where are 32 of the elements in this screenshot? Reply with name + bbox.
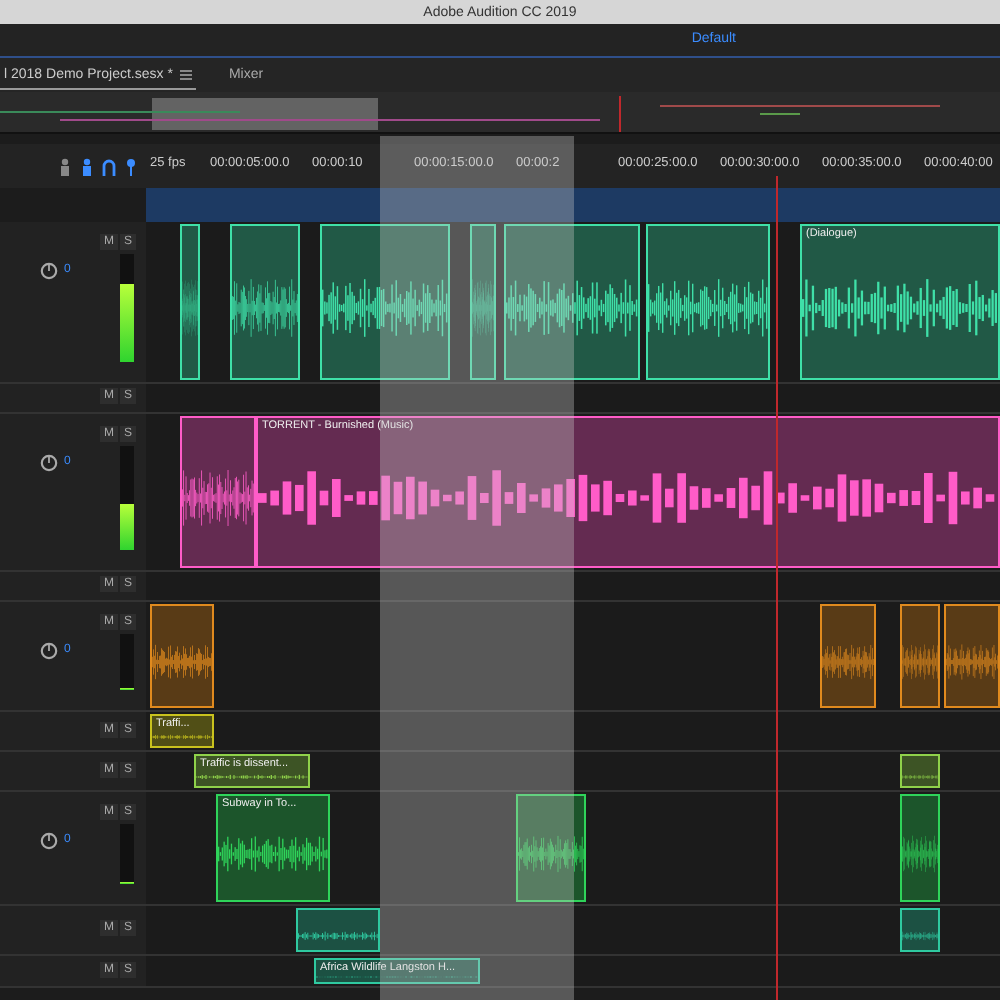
volume-knob-icon[interactable] — [40, 642, 58, 660]
arch-icon[interactable] — [102, 157, 116, 175]
audio-clip[interactable] — [470, 224, 496, 380]
audio-clip[interactable] — [230, 224, 300, 380]
audio-clip[interactable] — [900, 908, 940, 952]
menu-icon[interactable] — [180, 69, 193, 79]
overview-drawing[interactable] — [0, 92, 1000, 134]
level-meter — [120, 254, 134, 362]
volume-knob-icon[interactable] — [40, 832, 58, 850]
pin-icon[interactable] — [124, 157, 138, 175]
audio-clip[interactable] — [180, 224, 200, 380]
audio-clip[interactable] — [900, 754, 940, 788]
volume-knob-icon[interactable] — [40, 262, 58, 280]
level-meter — [120, 634, 134, 690]
audio-clip[interactable] — [180, 416, 256, 568]
audio-clip[interactable] — [900, 604, 940, 708]
audio-clip[interactable] — [504, 224, 640, 380]
waveform-drawing — [298, 926, 378, 946]
person-icon[interactable] — [58, 157, 72, 175]
audio-clip[interactable] — [516, 794, 586, 902]
waveform-drawing — [196, 772, 308, 782]
level-meter — [120, 824, 134, 884]
level-meter — [120, 446, 134, 550]
audio-clip[interactable] — [296, 908, 380, 952]
audio-clip[interactable] — [646, 224, 770, 380]
audio-clip[interactable] — [944, 604, 1000, 708]
audio-clip[interactable] — [820, 604, 876, 708]
audio-clip[interactable] — [900, 794, 940, 902]
audio-clip[interactable] — [150, 604, 214, 708]
volume-knob-icon[interactable] — [40, 454, 58, 472]
person-icon[interactable] — [80, 157, 94, 175]
audio-clip[interactable] — [320, 224, 450, 380]
